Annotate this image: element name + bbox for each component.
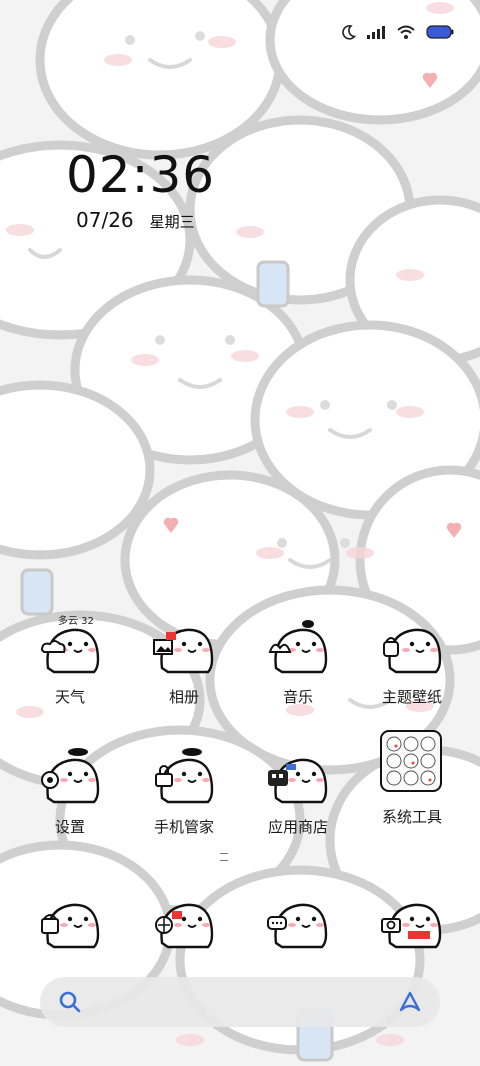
wifi-icon (397, 25, 415, 39)
moon-icon (342, 25, 356, 40)
app-label: 系统工具 (381, 808, 442, 826)
app-label: 天气 (54, 688, 85, 706)
lock-date: 07/26 星期三 (76, 208, 195, 232)
gallery-icon (153, 628, 214, 674)
date-text: 07/26 (76, 208, 134, 232)
app-label: 手机管家 (153, 818, 214, 836)
dock-browser[interactable] (124, 885, 244, 953)
settings-icon (41, 748, 100, 804)
app-gallery[interactable]: 相册 (124, 610, 244, 707)
messages-icon (267, 903, 328, 949)
camera-icon (381, 903, 442, 949)
status-bar (340, 20, 454, 44)
signal-icon (367, 26, 385, 39)
folder-frame (380, 730, 442, 792)
app-settings[interactable]: 设置 (10, 740, 130, 837)
lock-clock[interactable]: 02:36 (66, 146, 215, 204)
assistant-icon[interactable] (398, 990, 422, 1014)
app-label: 音乐 (282, 688, 313, 706)
app-label: 设置 (54, 818, 85, 836)
folder-system-tools[interactable]: 系统工具 (352, 730, 472, 827)
app-store-icon (268, 758, 328, 804)
music-icon (268, 620, 328, 674)
app-music[interactable]: 音乐 (238, 610, 358, 707)
app-label: 应用商店 (267, 818, 328, 836)
system-tools-folder-icon (378, 730, 446, 798)
security-icon (155, 748, 214, 804)
theme-icon (383, 628, 442, 674)
search-icon[interactable] (58, 990, 82, 1014)
app-themes[interactable]: 主题壁纸 (352, 610, 472, 707)
dock-messages[interactable] (238, 885, 358, 953)
dock-phone[interactable] (10, 885, 130, 953)
phone-icon (41, 903, 100, 949)
search-bar[interactable] (40, 977, 440, 1027)
weekday-text: 星期三 (149, 213, 195, 231)
weather-icon (40, 628, 100, 674)
app-security[interactable]: 手机管家 (124, 740, 244, 837)
browser-icon (155, 903, 214, 949)
drawer-handle[interactable] (220, 853, 228, 861)
battery-icon (426, 25, 454, 39)
app-label: 相册 (168, 688, 199, 706)
folder-preview-icons (386, 736, 436, 786)
app-label: 主题壁纸 (381, 688, 442, 706)
app-store[interactable]: 应用商店 (238, 740, 358, 837)
app-weather[interactable]: 天气 (10, 610, 130, 707)
dock-camera[interactable] (352, 885, 472, 953)
